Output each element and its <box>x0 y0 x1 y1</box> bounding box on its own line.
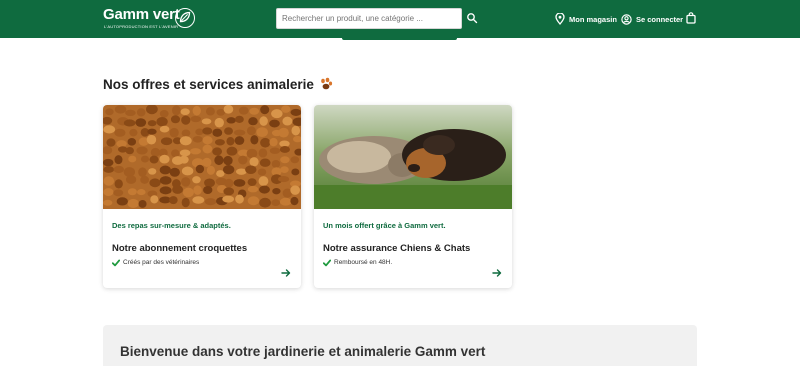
welcome-title: Bienvenue dans votre jardinerie et anima… <box>120 344 486 359</box>
card-bullet: Créés par des vétérinaires <box>112 257 199 268</box>
paw-icon <box>321 77 332 90</box>
search-icon[interactable] <box>466 12 478 24</box>
bag-icon[interactable] <box>686 12 696 24</box>
logo-tagline: L'AUTOPRODUCTION EST L'AVENIR <box>104 24 179 29</box>
gamm-vert-logo[interactable]: Gamm vert L'AUTOPRODUCTION EST L'AVENIR <box>103 6 195 32</box>
card-kicker: Un mois offert grâce à Gamm vert. <box>323 221 446 230</box>
offer-card-insurance[interactable]: Un mois offert grâce à Gamm vert. Notre … <box>314 105 512 288</box>
user-icon <box>621 13 632 25</box>
card-kicker: Des repas sur-mesure & adaptés. <box>112 221 231 230</box>
location-pin-icon <box>555 13 565 25</box>
logo-text: Gamm vert <box>103 6 180 23</box>
my-store-link[interactable]: Mon magasin <box>555 12 617 26</box>
search-bar[interactable] <box>276 8 462 29</box>
check-icon <box>112 259 120 266</box>
site-header: Gamm vert L'AUTOPRODUCTION EST L'AVENIR … <box>0 0 800 38</box>
offers-title-text: Nos offres et services animalerie <box>103 76 314 92</box>
offer-card-croquettes[interactable]: Des repas sur-mesure & adaptés. Notre ab… <box>103 105 301 288</box>
nav-tab-indicator <box>342 37 457 40</box>
card-title: Notre assurance Chiens & Chats <box>323 243 471 254</box>
logo-leaf-icon <box>175 8 195 28</box>
cat-and-dog-image <box>314 105 512 209</box>
login-label: Se connecter <box>636 14 684 24</box>
offers-section-title: Nos offres et services animalerie <box>103 75 333 93</box>
card-bullet-text: Créés par des vétérinaires <box>123 259 200 266</box>
check-icon <box>323 259 331 266</box>
card-bullet: Remboursé en 48H. <box>323 257 392 268</box>
card-bullet-text: Remboursé en 48H. <box>334 259 393 266</box>
kibble-image <box>103 105 301 209</box>
my-store-label: Mon magasin <box>569 14 617 24</box>
search-input[interactable] <box>277 9 461 28</box>
login-link[interactable]: Se connecter <box>621 12 683 26</box>
card-title: Notre abonnement croquettes <box>112 243 248 254</box>
arrow-right-icon[interactable] <box>281 268 291 278</box>
welcome-section: Bienvenue dans votre jardinerie et anima… <box>103 325 697 366</box>
arrow-right-icon[interactable] <box>492 268 502 278</box>
